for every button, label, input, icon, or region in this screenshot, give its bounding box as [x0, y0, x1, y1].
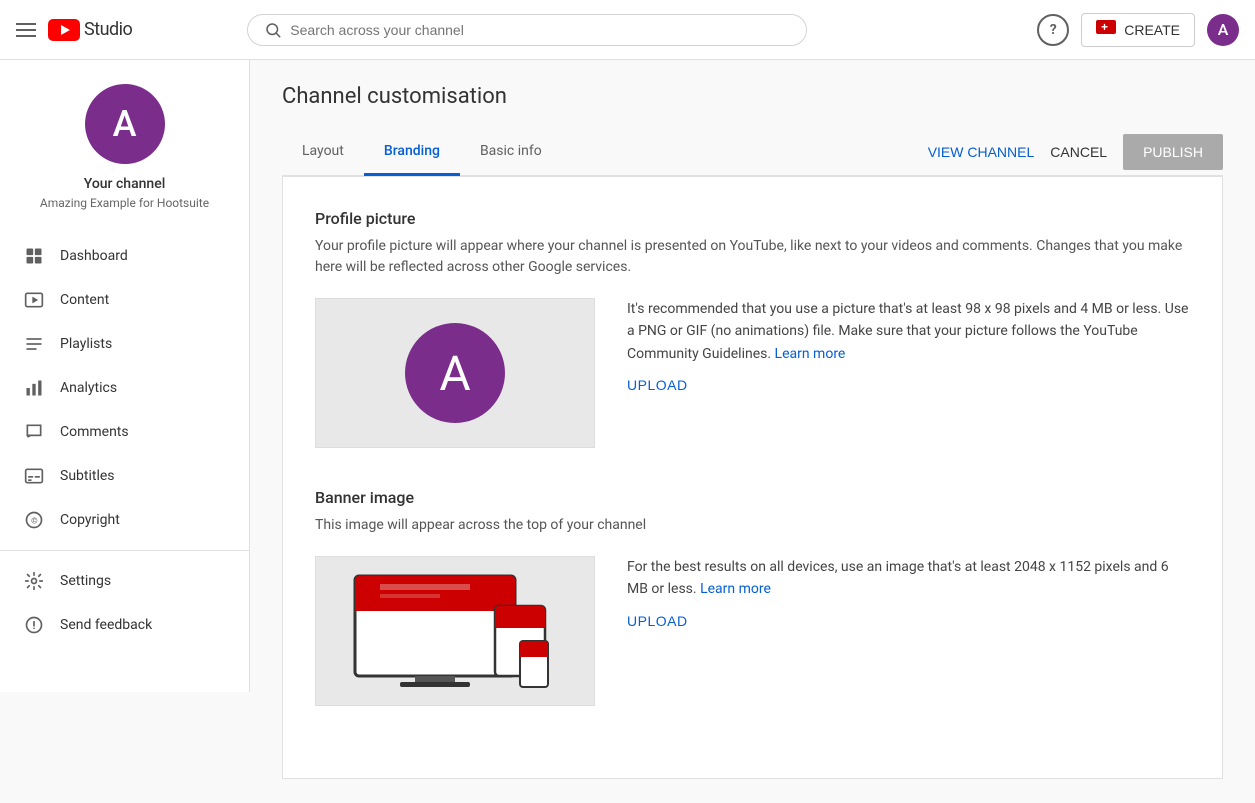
svg-text:©: ©: [31, 516, 38, 526]
sidebar-item-send-feedback[interactable]: Send feedback: [0, 603, 249, 647]
user-avatar-button[interactable]: A: [1207, 14, 1239, 46]
sidebar-avatar-letter: A: [113, 103, 137, 145]
profile-picture-info-text: It's recommended that you use a picture …: [627, 298, 1190, 365]
profile-picture-upload-button[interactable]: UPLOAD: [627, 377, 688, 393]
cancel-button[interactable]: CANCEL: [1050, 144, 1107, 160]
help-button[interactable]: ?: [1037, 14, 1069, 46]
logo[interactable]: Studio: [48, 19, 132, 41]
banner-image-info-text: For the best results on all devices, use…: [627, 556, 1190, 601]
create-icon: +: [1096, 20, 1116, 40]
sidebar-label-playlists: Playlists: [60, 336, 112, 352]
sidebar-channel-sub: Amazing Example for Hootsuite: [40, 196, 209, 210]
sidebar-channel-name: Your channel: [84, 176, 166, 192]
banner-image-preview: [315, 556, 595, 706]
branding-content: Profile picture Your profile picture wil…: [282, 176, 1223, 779]
sidebar-item-dashboard[interactable]: Dashboard: [0, 234, 249, 278]
tab-layout[interactable]: Layout: [282, 129, 364, 176]
sidebar-label-comments: Comments: [60, 424, 129, 440]
subtitles-icon: [24, 466, 44, 486]
view-channel-button[interactable]: VIEW CHANNEL: [928, 144, 1035, 160]
tab-branding[interactable]: Branding: [364, 129, 460, 176]
sidebar-nav: Dashboard Content: [0, 234, 249, 647]
sidebar-item-content[interactable]: Content: [0, 278, 249, 322]
user-avatar-letter: A: [1218, 20, 1229, 39]
sidebar-label-subtitles: Subtitles: [60, 468, 115, 484]
search-bar[interactable]: [247, 14, 807, 46]
analytics-icon: [24, 378, 44, 398]
sidebar-item-analytics[interactable]: Analytics: [0, 366, 249, 410]
playlists-icon: [24, 334, 44, 354]
banner-preview-svg: [345, 566, 565, 696]
feedback-icon: [24, 615, 44, 635]
tabs-bar: Layout Branding Basic info VIEW CHANNEL …: [282, 129, 1223, 176]
banner-image-title: Banner image: [315, 488, 1190, 507]
sidebar-item-subtitles[interactable]: Subtitles: [0, 454, 249, 498]
profile-picture-title: Profile picture: [315, 209, 1190, 228]
tabs-actions: VIEW CHANNEL CANCEL PUBLISH: [928, 134, 1223, 170]
profile-picture-desc: Your profile picture will appear where y…: [315, 236, 1190, 278]
tab-basic-info[interactable]: Basic info: [460, 129, 562, 176]
search-input[interactable]: [290, 22, 790, 38]
dashboard-icon: [24, 246, 44, 266]
create-label: CREATE: [1124, 22, 1180, 38]
banner-image-learn-more[interactable]: Learn more: [700, 581, 771, 597]
sidebar-label-feedback: Send feedback: [60, 617, 152, 633]
publish-button: PUBLISH: [1123, 134, 1223, 170]
banner-image-desc: This image will appear across the top of…: [315, 515, 1190, 536]
sidebar-label-dashboard: Dashboard: [60, 248, 128, 264]
banner-image-upload-button[interactable]: UPLOAD: [627, 613, 688, 629]
topnav: Studio ? + CREATE A: [0, 0, 1255, 60]
sidebar-item-copyright[interactable]: © Copyright: [0, 498, 249, 542]
sidebar-label-content: Content: [60, 292, 109, 308]
sidebar-label-settings: Settings: [60, 573, 111, 589]
profile-picture-learn-more[interactable]: Learn more: [775, 346, 846, 362]
settings-icon: [24, 571, 44, 591]
profile-picture-preview: A: [315, 298, 595, 448]
profile-preview-letter: A: [439, 345, 470, 402]
banner-image-section: Banner image This image will appear acro…: [315, 488, 1190, 706]
content-icon: [24, 290, 44, 310]
banner-image-info: For the best results on all devices, use…: [627, 556, 1190, 630]
sidebar-label-analytics: Analytics: [60, 380, 117, 396]
sidebar-label-copyright: Copyright: [60, 512, 120, 528]
profile-picture-row: A It's recommended that you use a pictur…: [315, 298, 1190, 448]
sidebar-item-settings[interactable]: Settings: [0, 559, 249, 603]
comments-icon: [24, 422, 44, 442]
search-icon: [264, 21, 282, 39]
menu-button[interactable]: [16, 23, 36, 37]
youtube-logo-icon: [48, 19, 80, 41]
studio-label: Studio: [84, 19, 132, 40]
tabs: Layout Branding Basic info: [282, 129, 928, 175]
sidebar-channel-avatar: A: [85, 84, 165, 164]
profile-picture-info: It's recommended that you use a picture …: [627, 298, 1190, 394]
create-button[interactable]: + CREATE: [1081, 13, 1195, 47]
copyright-icon: ©: [24, 510, 44, 530]
banner-image-row: For the best results on all devices, use…: [315, 556, 1190, 706]
help-icon: ?: [1050, 22, 1057, 38]
sidebar-item-playlists[interactable]: Playlists: [0, 322, 249, 366]
sidebar: A Your channel Amazing Example for Hoots…: [0, 60, 250, 692]
sidebar-item-comments[interactable]: Comments: [0, 410, 249, 454]
profile-picture-section: Profile picture Your profile picture wil…: [315, 209, 1190, 448]
page-title: Channel customisation: [282, 84, 1223, 109]
svg-text:+: +: [1101, 20, 1108, 34]
profile-preview-avatar: A: [405, 323, 505, 423]
